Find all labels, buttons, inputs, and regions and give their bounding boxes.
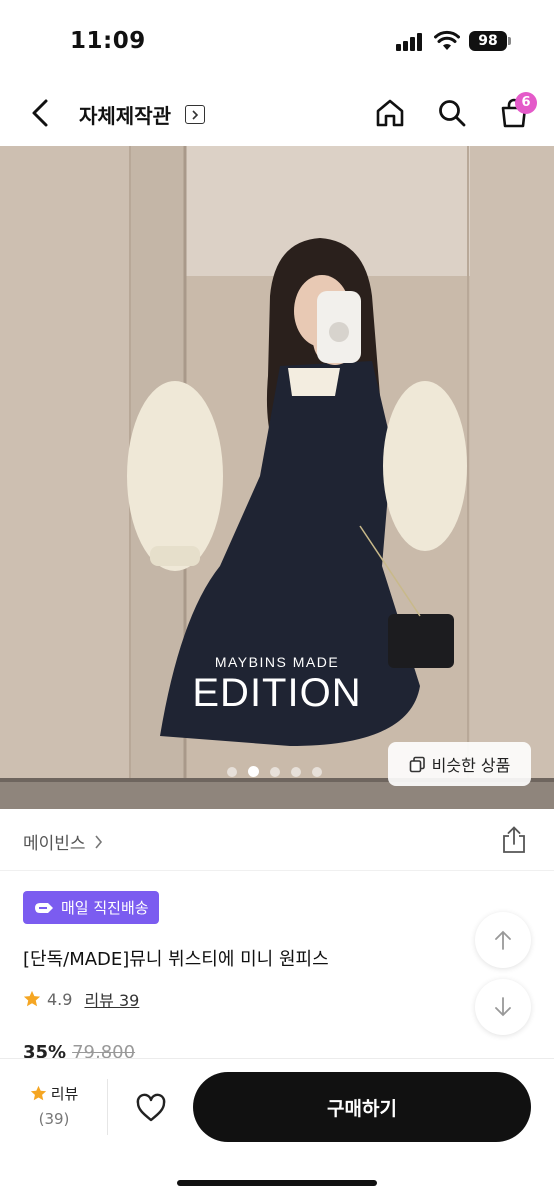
status-bar: 11:09 98 — [0, 0, 554, 80]
brand-overlay-small: MAYBINS MADE — [214, 654, 340, 670]
battery-indicator: 98 — [469, 31, 507, 51]
buy-button[interactable]: 구매하기 — [193, 1072, 531, 1142]
back-button[interactable] — [22, 94, 58, 132]
rating-value: 4.9 — [47, 989, 73, 1009]
back-icon — [32, 99, 48, 127]
arrow-up-icon — [495, 930, 511, 950]
heart-icon — [136, 1093, 166, 1122]
rating-row: 4.9 리뷰 39 — [23, 987, 139, 1011]
cart-count-badge: 6 — [515, 92, 537, 114]
similar-products-label: 비슷한 상품 — [431, 756, 511, 775]
battery-tip — [508, 37, 511, 45]
home-button[interactable] — [371, 94, 409, 132]
carousel-dot[interactable] — [270, 766, 280, 777]
product-name: [단독/MADE]뮤니 뷔스티에 미니 원피스 — [23, 949, 329, 970]
brand-row: 메이빈스 — [0, 809, 554, 871]
divider — [107, 1079, 108, 1135]
brand-overlay-large: EDITION — [192, 671, 362, 715]
review-label: 리뷰 — [50, 1085, 79, 1103]
home-icon — [376, 99, 404, 127]
carousel-dot-active[interactable] — [248, 766, 259, 777]
share-icon[interactable] — [500, 825, 528, 855]
status-time: 11:09 — [70, 28, 146, 54]
delivery-badge: 매일 직진배송 — [23, 891, 159, 924]
carousel-dot[interactable] — [312, 766, 322, 777]
cellular-signal-icon — [396, 33, 426, 51]
like-button[interactable] — [131, 1089, 171, 1127]
search-button[interactable] — [433, 94, 471, 132]
carousel-indicator — [227, 766, 322, 777]
brand-name: 메이빈스 — [23, 834, 86, 854]
copy-icon — [409, 756, 425, 772]
scroll-bottom-button[interactable] — [475, 979, 531, 1035]
star-icon — [30, 1085, 46, 1101]
review-link[interactable]: 리뷰 39 — [84, 987, 139, 1011]
star-icon — [23, 990, 41, 1007]
shop-title[interactable]: 자체제작관 — [79, 100, 171, 129]
home-indicator — [177, 1180, 377, 1186]
brand-link[interactable]: 메이빈스 — [23, 829, 103, 854]
delivery-badge-label: 매일 직진배송 — [61, 899, 149, 917]
arrow-down-icon — [495, 997, 511, 1017]
scroll-top-button[interactable] — [475, 912, 531, 968]
product-image-carousel[interactable]: MAYBINS MADE EDITION 비슷한 상품 — [0, 146, 554, 809]
carousel-dot[interactable] — [227, 766, 237, 777]
delivery-arrow-icon — [35, 902, 53, 913]
top-nav: 자체제작관 — [0, 80, 554, 146]
carousel-dot[interactable] — [291, 766, 301, 777]
bottom-action-bar: 리뷰 (39) 구매하기 — [0, 1058, 554, 1200]
review-summary-button[interactable]: 리뷰 (39) — [20, 1083, 88, 1128]
search-icon — [439, 100, 466, 127]
review-count: (39) — [38, 1110, 70, 1128]
wifi-icon — [434, 30, 460, 50]
chevron-right-icon — [94, 834, 102, 849]
similar-products-button[interactable]: 비슷한 상품 — [388, 742, 531, 786]
shop-chevron-icon[interactable] — [185, 105, 205, 124]
